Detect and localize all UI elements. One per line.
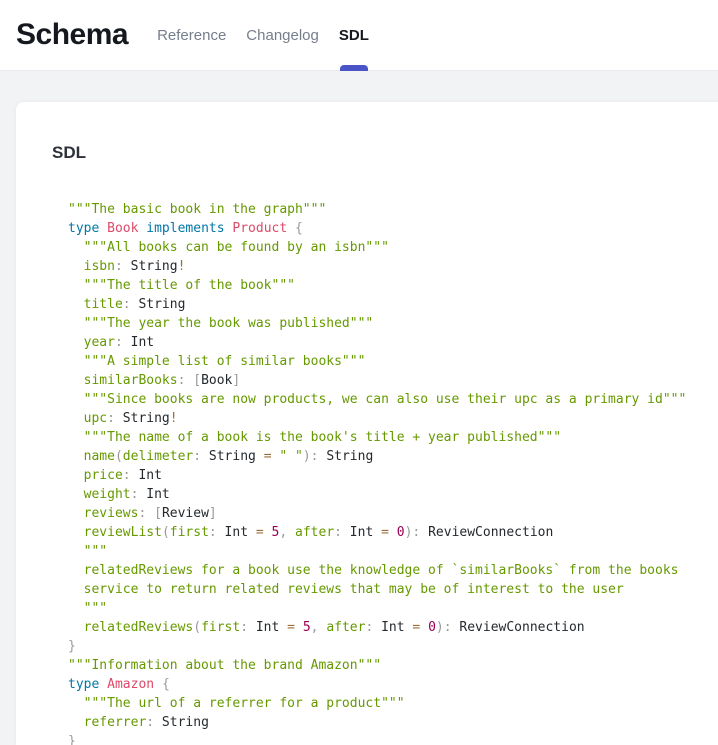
code-line: type Book implements Product {: [68, 219, 718, 238]
tab-bar: Reference Changelog SDL: [147, 0, 379, 71]
tab-sdl[interactable]: SDL: [329, 0, 379, 71]
tab-label: SDL: [339, 27, 369, 44]
code-line: service to return related reviews that m…: [68, 580, 718, 599]
code-line: title: String: [68, 295, 718, 314]
code-line: referrer: String: [68, 713, 718, 732]
tab-label: Changelog: [246, 27, 319, 44]
active-tab-indicator: [340, 65, 368, 71]
sdl-code: """The basic book in the graph"""type Bo…: [68, 200, 718, 745]
code-line: """A simple list of similar books""": [68, 352, 718, 371]
code-line: """: [68, 599, 718, 618]
code-line: """Since books are now products, we can …: [68, 390, 718, 409]
code-line: """The year the book was published""": [68, 314, 718, 333]
sdl-panel: SDL """The basic book in the graph"""typ…: [16, 102, 718, 745]
code-line: """All books can be found by an isbn""": [68, 238, 718, 257]
code-line: weight: Int: [68, 485, 718, 504]
code-line: }: [68, 732, 718, 745]
code-line: reviews: [Review]: [68, 504, 718, 523]
code-line: price: Int: [68, 466, 718, 485]
code-line: relatedReviews for a book use the knowle…: [68, 561, 718, 580]
tab-reference[interactable]: Reference: [147, 0, 236, 71]
page-header: Schema Reference Changelog SDL: [0, 0, 718, 71]
code-line: upc: String!: [68, 409, 718, 428]
tab-label: Reference: [157, 27, 226, 44]
page-background: SDL """The basic book in the graph"""typ…: [0, 71, 718, 745]
sdl-panel-heading: SDL: [52, 142, 718, 164]
code-line: reviewList(first: Int = 5, after: Int = …: [68, 523, 718, 542]
code-line: type Amazon {: [68, 675, 718, 694]
code-line: """The name of a book is the book's titl…: [68, 428, 718, 447]
page-title: Schema: [16, 18, 128, 52]
tab-changelog[interactable]: Changelog: [236, 0, 329, 71]
code-line: relatedReviews(first: Int = 5, after: In…: [68, 618, 718, 637]
code-line: isbn: String!: [68, 257, 718, 276]
code-line: similarBooks: [Book]: [68, 371, 718, 390]
code-line: year: Int: [68, 333, 718, 352]
code-line: }: [68, 637, 718, 656]
code-line: name(delimeter: String = " "): String: [68, 447, 718, 466]
code-line: """The title of the book""": [68, 276, 718, 295]
code-line: """Information about the brand Amazon""": [68, 656, 718, 675]
code-line: """The basic book in the graph""": [68, 200, 718, 219]
code-line: """The url of a referrer for a product""…: [68, 694, 718, 713]
code-line: """: [68, 542, 718, 561]
